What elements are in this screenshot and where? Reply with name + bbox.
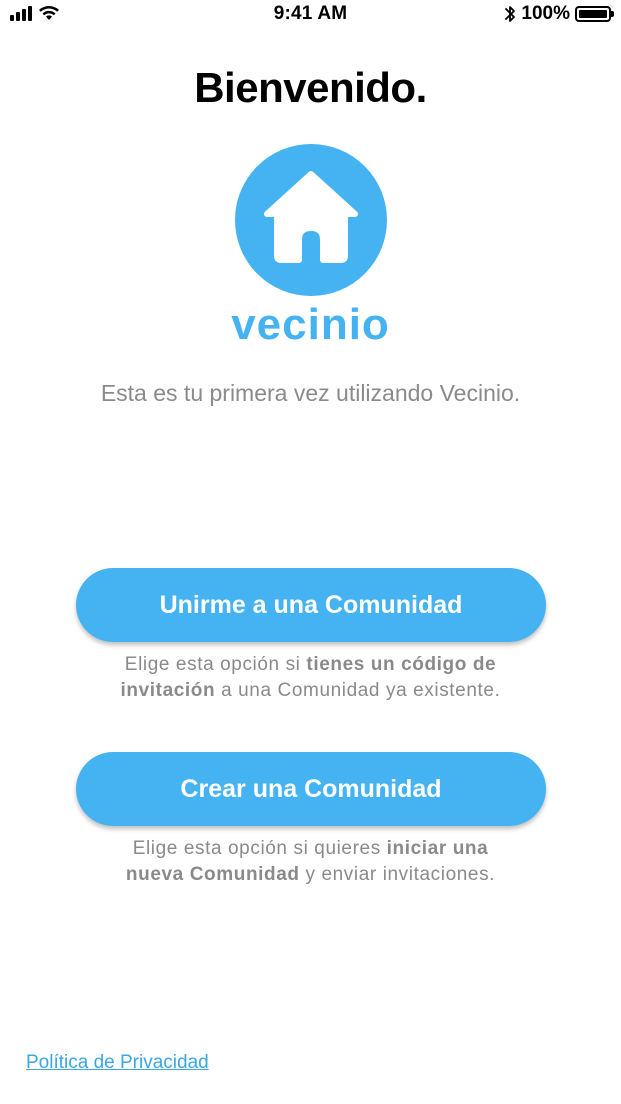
hint-text: Elige esta opción si — [124, 654, 307, 675]
page-title: Bienvenido. — [194, 64, 427, 111]
intro-text: Esta es tu primera vez utilizando Vecini… — [100, 380, 521, 406]
battery-icon — [575, 6, 614, 22]
create-community-hint: Elige esta opción si quieres iniciar una… — [60, 836, 561, 888]
join-community-hint: Elige esta opción si tienes un código de… — [60, 652, 561, 704]
create-community-button[interactable]: Crear una Comunidad — [76, 752, 546, 826]
hint-emphasis: nueva Comunidad — [125, 864, 300, 885]
battery-fill — [579, 10, 607, 18]
hint-emphasis: tienes un código de — [306, 654, 497, 675]
hint-text: Elige esta opción si quieres — [132, 838, 387, 859]
house-icon — [235, 144, 387, 296]
brand-name: vecinio — [231, 300, 390, 349]
hint-emphasis: iniciar una — [386, 838, 489, 859]
battery-percent: 100% — [521, 3, 570, 24]
status-right: 100% — [504, 3, 614, 25]
hint-text: y enviar invitaciones. — [299, 864, 496, 885]
hint-text: a una Comunidad ya existente. — [215, 680, 501, 701]
bluetooth-icon — [505, 6, 516, 22]
status-bar: 9:41 AM 100% — [0, 0, 621, 30]
join-community-button[interactable]: Unirme a una Comunidad — [76, 568, 546, 642]
privacy-policy-link[interactable]: Política de Privacidad — [26, 1052, 209, 1074]
hint-emphasis: invitación — [120, 680, 216, 701]
